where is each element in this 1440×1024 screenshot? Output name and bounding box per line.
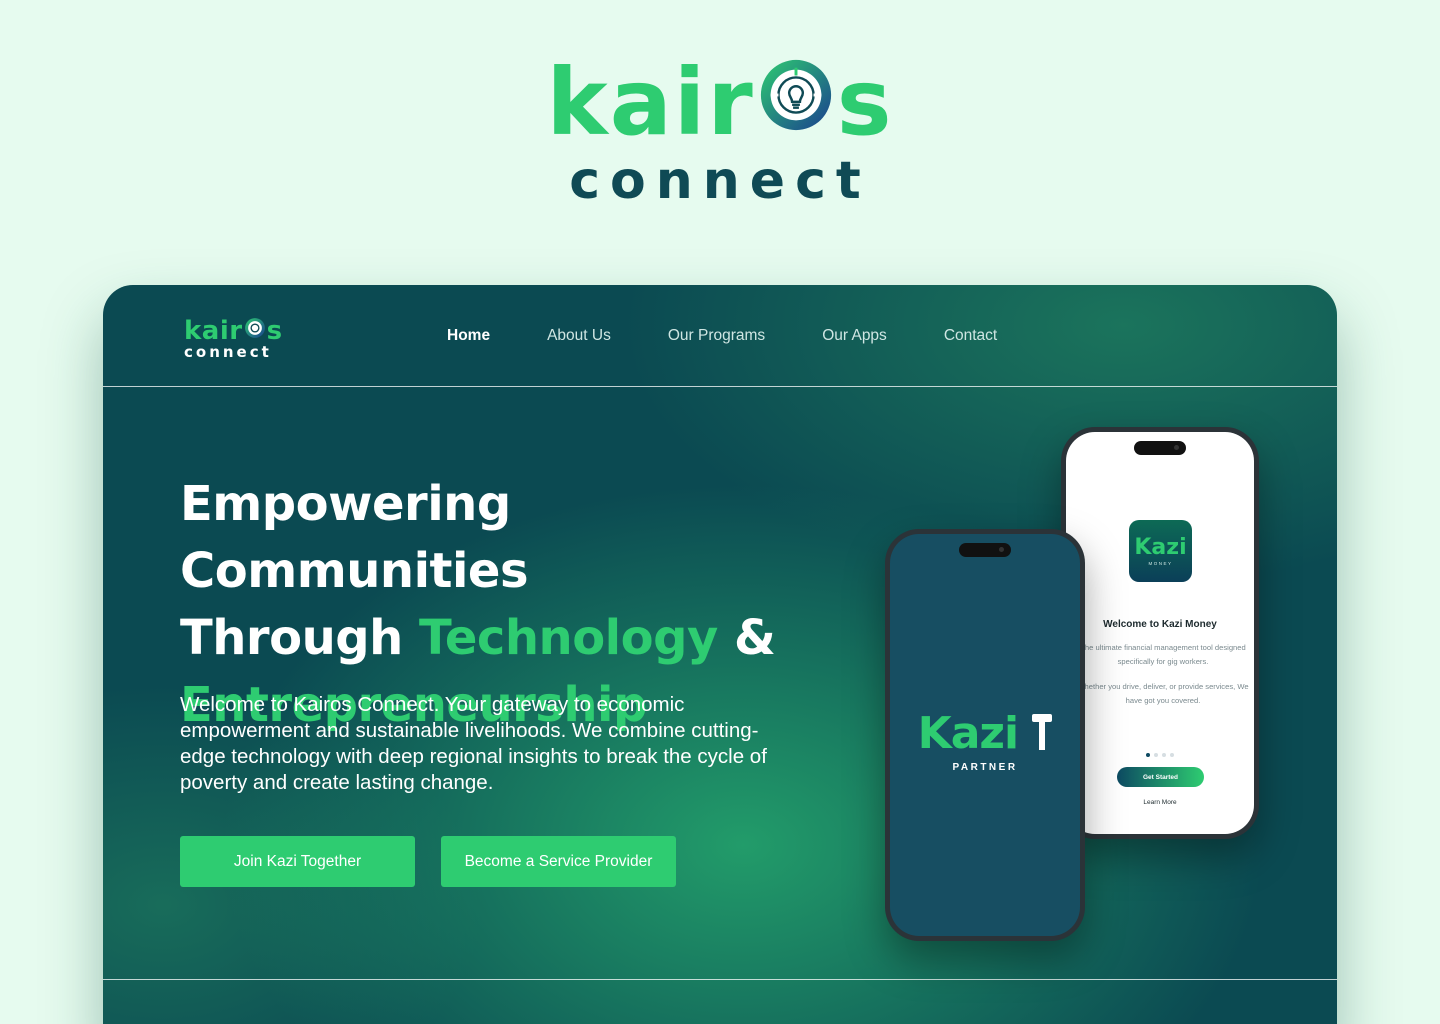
logo-subword: connect: [569, 151, 871, 211]
dynamic-island: [959, 543, 1011, 557]
learn-more-link[interactable]: Learn More: [1066, 799, 1254, 806]
nav-logo[interactable]: kair s connect: [184, 317, 283, 360]
nav-logo-right: s: [266, 315, 283, 346]
kazi-money-screen: Kazi MONEY Welcome to Kazi Money The ult…: [1066, 432, 1254, 834]
page-dot: [1162, 753, 1166, 757]
headline-line-1: Empowering Communities: [180, 476, 529, 599]
kazi-money-logo-text: Kazi: [1134, 534, 1187, 560]
nav-logo-subword: connect: [184, 343, 272, 361]
logo-word-right: s: [836, 48, 894, 156]
nav-links: Home About Us Our Programs Our Apps Cont…: [447, 327, 997, 345]
headline-highlight: Technology: [418, 610, 718, 666]
website-preview-card: kair s connect Home About Us Our Program…: [103, 285, 1337, 1024]
nav-link-our-apps[interactable]: Our Apps: [822, 327, 887, 345]
logo-word-left: kair: [546, 48, 755, 156]
nav-link-our-programs[interactable]: Our Programs: [668, 327, 765, 345]
kazi-money-desc-2: Whether you drive, deliver, or provide s…: [1077, 682, 1249, 705]
kazi-money-desc-1: The ultimate financial management tool d…: [1080, 643, 1246, 666]
nav-logo-left: kair: [184, 315, 243, 346]
get-started-button[interactable]: Get Started: [1117, 767, 1204, 787]
kazi-money-app-icon: Kazi MONEY: [1129, 520, 1192, 582]
kazi-partner-wordmark: Kazi: [890, 712, 1080, 756]
nav-link-contact[interactable]: Contact: [944, 327, 997, 345]
headline-line-2-end: &: [717, 610, 776, 666]
lightbulb-globe-icon: [757, 56, 835, 149]
top-nav: kair s connect Home About Us Our Program…: [103, 285, 1337, 387]
nav-link-about-us[interactable]: About Us: [547, 327, 611, 345]
kazi-partner-logo: Kazi PARTNER: [890, 712, 1080, 773]
kazi-money-phone-mockup: Kazi MONEY Welcome to Kazi Money The ult…: [1061, 427, 1259, 839]
page-dot: [1170, 753, 1174, 757]
dynamic-island: [1134, 441, 1186, 455]
onboarding-page-dots: [1146, 753, 1174, 757]
kazi-money-logo-sub: MONEY: [1148, 560, 1173, 566]
page-dot-active: [1146, 753, 1150, 757]
lightbulb-globe-icon: [244, 317, 266, 344]
nav-logo-wordmark: kair s: [184, 317, 283, 344]
section-divider: [103, 979, 1337, 980]
kazi-partner-screen: Kazi PARTNER: [890, 534, 1080, 936]
brand-logo: kair s connect: [0, 56, 1440, 207]
kazi-partner-logo-text: Kazi: [917, 708, 1019, 759]
hammer-icon: [1018, 708, 1053, 759]
kazi-partner-sub: PARTNER: [952, 762, 1018, 773]
headline-line-2-start: Through: [180, 610, 419, 666]
become-service-provider-button[interactable]: Become a Service Provider: [441, 836, 676, 887]
join-kazi-together-button[interactable]: Join Kazi Together: [180, 836, 415, 887]
nav-link-home[interactable]: Home: [447, 327, 490, 345]
logo-wordmark: kair s: [547, 56, 894, 149]
kazi-money-title: Welcome to Kazi Money: [1103, 619, 1217, 630]
hero-intro: Welcome to Kairos Connect. Your gateway …: [180, 693, 767, 794]
kazi-partner-phone-mockup: Kazi PARTNER: [885, 529, 1085, 941]
page-dot: [1154, 753, 1158, 757]
